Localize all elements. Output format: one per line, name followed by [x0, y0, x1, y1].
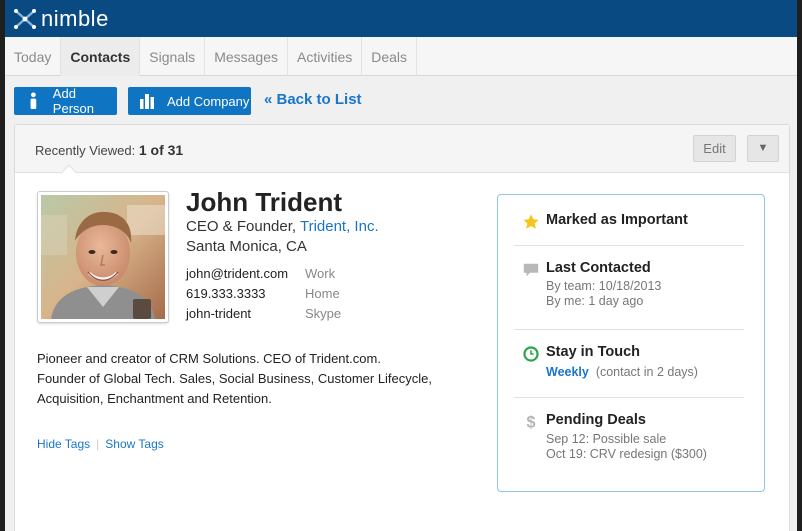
tags-links: Hide Tags | Show Tags	[37, 437, 164, 451]
contact-name: John Trident	[186, 187, 342, 217]
last-contacted-team: By team: 10/18/2013	[546, 279, 662, 293]
chevron-down-icon: ▼	[757, 142, 769, 154]
pending-deals-title: Pending Deals	[546, 412, 646, 428]
main-tabs: Today Contacts Signals Messages Activiti…	[5, 37, 797, 76]
divider	[514, 329, 744, 330]
tab-contacts[interactable]: Contacts	[61, 37, 141, 76]
top-bar: nimble	[5, 0, 797, 37]
contact-skype-type: Skype	[305, 306, 342, 321]
next-contact-text: (contact in 2 days)	[595, 365, 698, 379]
tags-separator: |	[96, 437, 100, 451]
contact-skype[interactable]: john-trident	[186, 306, 251, 321]
tab-messages[interactable]: Messages	[205, 37, 288, 76]
more-actions-dropdown[interactable]: ▼	[747, 135, 779, 162]
add-person-button[interactable]: Add Person	[14, 86, 117, 116]
contact-location: Santa Monica, CA	[186, 238, 307, 255]
frequency-link[interactable]: Weekly	[546, 365, 589, 379]
recently-viewed: Recently Viewed: 1 of 31	[35, 142, 183, 158]
show-tags-link[interactable]: Show Tags	[105, 437, 163, 451]
nimble-logo[interactable]: nimble	[11, 6, 109, 32]
tab-activities[interactable]: Activities	[288, 37, 363, 76]
contact-phone-type: Home	[305, 286, 340, 301]
contact-email-row: john@trident.com Work	[186, 266, 335, 281]
deal-item[interactable]: Sep 12: Possible sale	[546, 432, 744, 446]
company-link[interactable]: Trident, Inc.	[300, 218, 379, 235]
nimble-logo-icon	[14, 9, 36, 29]
deal-item[interactable]: Oct 19: CRV redesign ($300)	[546, 447, 744, 461]
last-contacted-title: Last Contacted	[546, 260, 651, 276]
contact-email-type: Work	[305, 266, 336, 281]
add-company-label: Add Company	[167, 93, 250, 109]
contact-phone-row: 619.333.3333 Home	[186, 286, 340, 301]
person-icon	[30, 92, 37, 110]
tab-today[interactable]: Today	[5, 37, 62, 76]
add-company-button[interactable]: Add Company	[128, 87, 251, 115]
app-window: nimble Today Contacts Signals Messages A…	[5, 0, 797, 531]
avatar-photo	[41, 195, 165, 319]
tab-deals[interactable]: Deals	[362, 37, 418, 76]
recently-viewed-count: 1 of 31	[138, 142, 184, 158]
avatar	[37, 191, 169, 323]
clock-icon	[523, 346, 539, 362]
star-icon[interactable]	[522, 213, 540, 231]
hide-tags-link[interactable]: Hide Tags	[37, 437, 90, 451]
add-person-label: Add Person	[52, 86, 94, 116]
app-name: nimble	[41, 6, 109, 31]
important-section: Marked as Important	[522, 212, 744, 231]
contact-bio: Pioneer and creator of CRM Solutions. CE…	[37, 349, 467, 409]
bio-line: Acquisition, Enchantment and Retention.	[37, 391, 272, 406]
contact-phone[interactable]: 619.333.3333	[186, 286, 266, 301]
contact-role: CEO & Founder,	[186, 218, 297, 235]
tab-signals[interactable]: Signals	[140, 37, 206, 76]
back-to-list-link[interactable]: « Back to List	[264, 91, 362, 108]
recently-viewed-label: Recently Viewed:	[35, 143, 136, 158]
divider	[514, 245, 744, 246]
pending-deals-section: $ Pending Deals Sep 12: Possible sale Oc…	[522, 412, 744, 461]
important-title: Marked as Important	[546, 212, 688, 228]
speech-bubble-icon	[523, 263, 539, 277]
edit-button[interactable]: Edit	[693, 135, 736, 162]
dollar-icon: $	[526, 413, 535, 431]
contact-card: Recently Viewed: 1 of 31 Edit ▼ John Tri…	[14, 124, 790, 531]
svg-text:$: $	[526, 413, 535, 431]
contact-summary-panel: Marked as Important Last Contacted By te…	[497, 194, 765, 492]
stay-in-touch-detail: Weekly (contact in 2 days)	[546, 365, 744, 379]
last-contacted-me: By me: 1 day ago	[546, 294, 644, 308]
bio-line: Founder of Global Tech. Sales, Social Bu…	[37, 371, 433, 386]
contact-title: CEO & Founder, Trident, Inc.	[186, 218, 379, 235]
contact-email[interactable]: john@trident.com	[186, 266, 288, 281]
building-icon	[140, 94, 154, 109]
last-contacted-section: Last Contacted By team: 10/18/2013 By me…	[522, 260, 744, 308]
contact-skype-row: john-trident Skype	[186, 306, 341, 321]
stay-in-touch-section: Stay in Touch Weekly (contact in 2 days)	[522, 344, 744, 379]
divider	[514, 397, 744, 398]
stay-in-touch-title: Stay in Touch	[546, 344, 640, 360]
card-header: Recently Viewed: 1 of 31 Edit ▼	[15, 125, 789, 173]
bio-line: Pioneer and creator of CRM Solutions. CE…	[37, 351, 381, 366]
